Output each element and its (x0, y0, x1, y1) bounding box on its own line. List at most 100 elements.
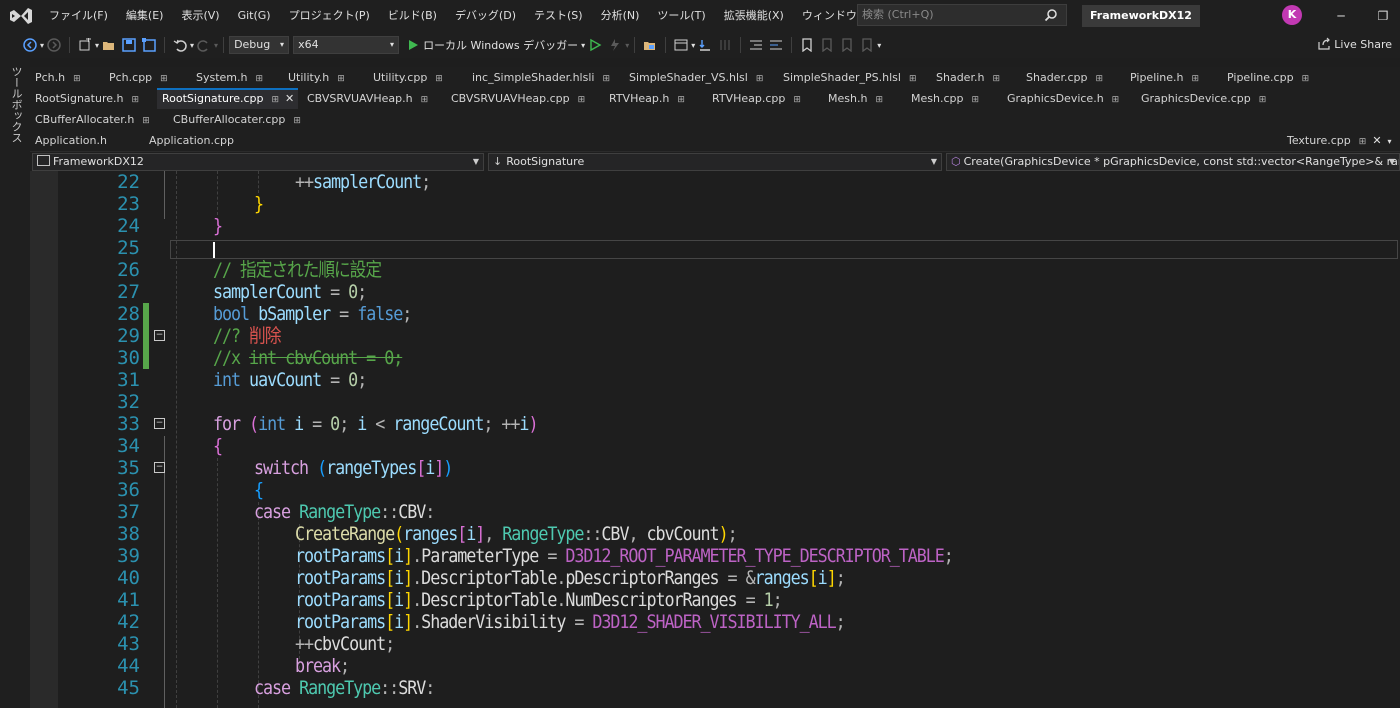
pin-icon[interactable]: ⊞ (1112, 95, 1120, 105)
start-without-debugging-icon[interactable] (588, 38, 602, 52)
tab-graphicsdevice-cpp[interactable]: GraphicsDevice.cpp ⊞ (1136, 88, 1266, 109)
pin-icon[interactable]: ⊞ (875, 95, 883, 105)
tab-utility-cpp[interactable]: Utility.cpp ⊞ (368, 67, 443, 88)
tab-inc-simpleshader-hlsli[interactable]: inc_SimpleShader.hlsli ⊞ (467, 67, 610, 88)
tab-cbvsrvuavheap-h[interactable]: CBVSRVUAVHeap.h ⊞ (302, 88, 428, 109)
dropdown-arrow-icon[interactable]: ▾ (691, 41, 695, 50)
configuration-select[interactable]: Debug ▾ (229, 36, 290, 54)
pin-icon[interactable]: ⊞ (435, 74, 443, 84)
menu-view[interactable]: 表示(V) (172, 0, 228, 32)
redo-icon[interactable] (197, 38, 211, 52)
menu-analyze[interactable]: 分析(N) (592, 0, 649, 32)
save-all-icon[interactable] (142, 38, 156, 52)
menu-test[interactable]: テスト(S) (525, 0, 592, 32)
dropdown-arrow-icon[interactable]: ▾ (40, 41, 44, 50)
navigate-back-icon[interactable] (23, 38, 37, 52)
dropdown-arrow-icon[interactable]: ▾ (95, 41, 99, 50)
menu-file[interactable]: ファイル(F) (40, 0, 117, 32)
tab-shader-h[interactable]: Shader.h ⊞ (931, 67, 1000, 88)
tab-rtvheap-cpp[interactable]: RTVHeap.cpp ⊞ (707, 88, 801, 109)
menu-git[interactable]: Git(G) (229, 0, 280, 32)
tab-simpleshader-vs-hlsl[interactable]: SimpleShader_VS.hlsl ⊞ (624, 67, 763, 88)
undo-icon[interactable] (173, 38, 187, 52)
pin-icon[interactable]: ⊞ (337, 74, 345, 84)
pin-icon[interactable]: ⊞ (160, 74, 168, 84)
pin-icon[interactable]: ⊞ (131, 95, 139, 105)
step-over-icon[interactable] (718, 38, 732, 52)
start-debugging-icon[interactable] (406, 38, 420, 52)
search-input[interactable]: 検索 (Ctrl+Q) (857, 4, 1067, 26)
code-editor[interactable]: 22 ++samplerCount; 23 } 24 } 25 26 // 指定… (30, 171, 1400, 708)
menu-extensions[interactable]: 拡張機能(X) (715, 0, 793, 32)
pin-icon[interactable]: ⊞ (793, 95, 801, 105)
collapse-icon[interactable]: − (154, 330, 165, 341)
close-icon[interactable]: ✕ (285, 92, 294, 105)
minimize-icon[interactable]: ─ (1331, 6, 1351, 26)
avatar[interactable]: K (1282, 5, 1302, 25)
tab-texture-cpp[interactable]: Texture.cpp ⊞ ✕ ▾ (1282, 130, 1392, 151)
pin-icon[interactable]: ⊞ (992, 74, 1000, 84)
tab-pch-h[interactable]: Pch.h ⊞ (30, 67, 81, 88)
tab-pch-cpp[interactable]: Pch.cpp ⊞ (104, 67, 168, 88)
dropdown-arrow-icon[interactable]: ▾ (625, 41, 629, 50)
pin-icon[interactable]: ⊞ (1192, 74, 1200, 84)
increase-indent-icon[interactable] (769, 38, 783, 52)
next-bookmark-icon[interactable] (840, 38, 854, 52)
dropdown-arrow-icon[interactable]: ▾ (581, 41, 585, 50)
tab-rtvheap-h[interactable]: RTVHeap.h ⊞ (604, 88, 685, 109)
tab-cbvsrvuavheap-cpp[interactable]: CBVSRVUAVHeap.cpp ⊞ (446, 88, 585, 109)
menu-edit[interactable]: 編集(E) (117, 0, 173, 32)
tab-list-dropdown-icon[interactable]: ▾ (1388, 137, 1392, 146)
pin-icon[interactable]: ⊞ (756, 74, 764, 84)
toolbox-tab[interactable]: ツールボックス (8, 66, 24, 143)
step-into-icon[interactable] (698, 38, 712, 52)
pin-icon[interactable]: ⊞ (272, 95, 280, 105)
menu-build[interactable]: ビルド(B) (379, 0, 446, 32)
project-select[interactable]: FrameworkDX12 ▼ (32, 153, 484, 171)
pin-icon[interactable]: ⊞ (73, 74, 81, 84)
collapse-icon[interactable]: − (154, 418, 165, 429)
platform-select[interactable]: x64 ▾ (293, 36, 400, 54)
menu-project[interactable]: プロジェクト(P) (280, 0, 379, 32)
tab-utility-h[interactable]: Utility.h ⊞ (283, 67, 345, 88)
tab-pipeline-cpp[interactable]: Pipeline.cpp ⊞ (1222, 67, 1309, 88)
solution-name-badge[interactable]: FrameworkDX12 (1082, 5, 1200, 27)
member-select[interactable]: ⬡ Create(GraphicsDevice * pGraphicsDevice… (946, 153, 1400, 171)
tab-rootsignature-cpp[interactable]: RootSignature.cpp ⊞ ✕ (157, 88, 298, 109)
pin-icon[interactable]: ⊞ (971, 95, 979, 105)
clear-bookmarks-icon[interactable] (860, 38, 874, 52)
tab-simpleshader-ps-hlsl[interactable]: SimpleShader_PS.hlsl ⊞ (778, 67, 917, 88)
menu-tools[interactable]: ツール(T) (648, 0, 714, 32)
pin-icon[interactable]: ⊞ (1095, 74, 1103, 84)
run-debugger-button[interactable]: ローカル Windows デバッガー (423, 37, 578, 53)
pin-icon[interactable]: ⊞ (1302, 74, 1310, 84)
tab-rootsignature-h[interactable]: RootSignature.h ⊞ (30, 88, 139, 109)
decrease-indent-icon[interactable] (749, 38, 763, 52)
tab-shader-cpp[interactable]: Shader.cpp ⊞ (1021, 67, 1103, 88)
bookmark-icon[interactable] (800, 38, 814, 52)
pin-icon[interactable]: ⊞ (677, 95, 685, 105)
dropdown-arrow-icon[interactable]: ▾ (190, 41, 194, 50)
menu-debug[interactable]: デバッグ(D) (446, 0, 525, 32)
save-icon[interactable] (122, 38, 136, 52)
browse-icon[interactable] (643, 38, 657, 52)
tab-mesh-cpp[interactable]: Mesh.cpp ⊞ (906, 88, 979, 109)
tab-cbufferallocater-h[interactable]: CBufferAllocater.h ⊞ (30, 109, 150, 130)
open-file-icon[interactable] (102, 38, 116, 52)
pin-icon[interactable]: ⊞ (421, 95, 429, 105)
tab-system-h[interactable]: System.h ⊞ (191, 67, 263, 88)
pin-icon[interactable]: ⊞ (909, 74, 917, 84)
tab-mesh-h[interactable]: Mesh.h ⊞ (823, 88, 883, 109)
tab-application-cpp[interactable]: Application.cpp (144, 130, 234, 151)
new-project-icon[interactable] (78, 38, 92, 52)
live-share-button[interactable]: Live Share (1314, 37, 1392, 51)
dropdown-arrow-icon[interactable]: ▾ (214, 41, 218, 50)
tab-graphicsdevice-h[interactable]: GraphicsDevice.h ⊞ (1002, 88, 1119, 109)
dropdown-arrow-icon[interactable]: ▾ (877, 41, 881, 50)
tab-application-h[interactable]: Application.h (30, 130, 107, 151)
restore-icon[interactable]: ❐ (1373, 6, 1393, 26)
pin-icon[interactable]: ⊞ (578, 95, 586, 105)
pin-icon[interactable]: ⊞ (1259, 95, 1267, 105)
collapse-icon[interactable]: − (154, 462, 165, 473)
pin-icon[interactable]: ⊞ (602, 74, 610, 84)
